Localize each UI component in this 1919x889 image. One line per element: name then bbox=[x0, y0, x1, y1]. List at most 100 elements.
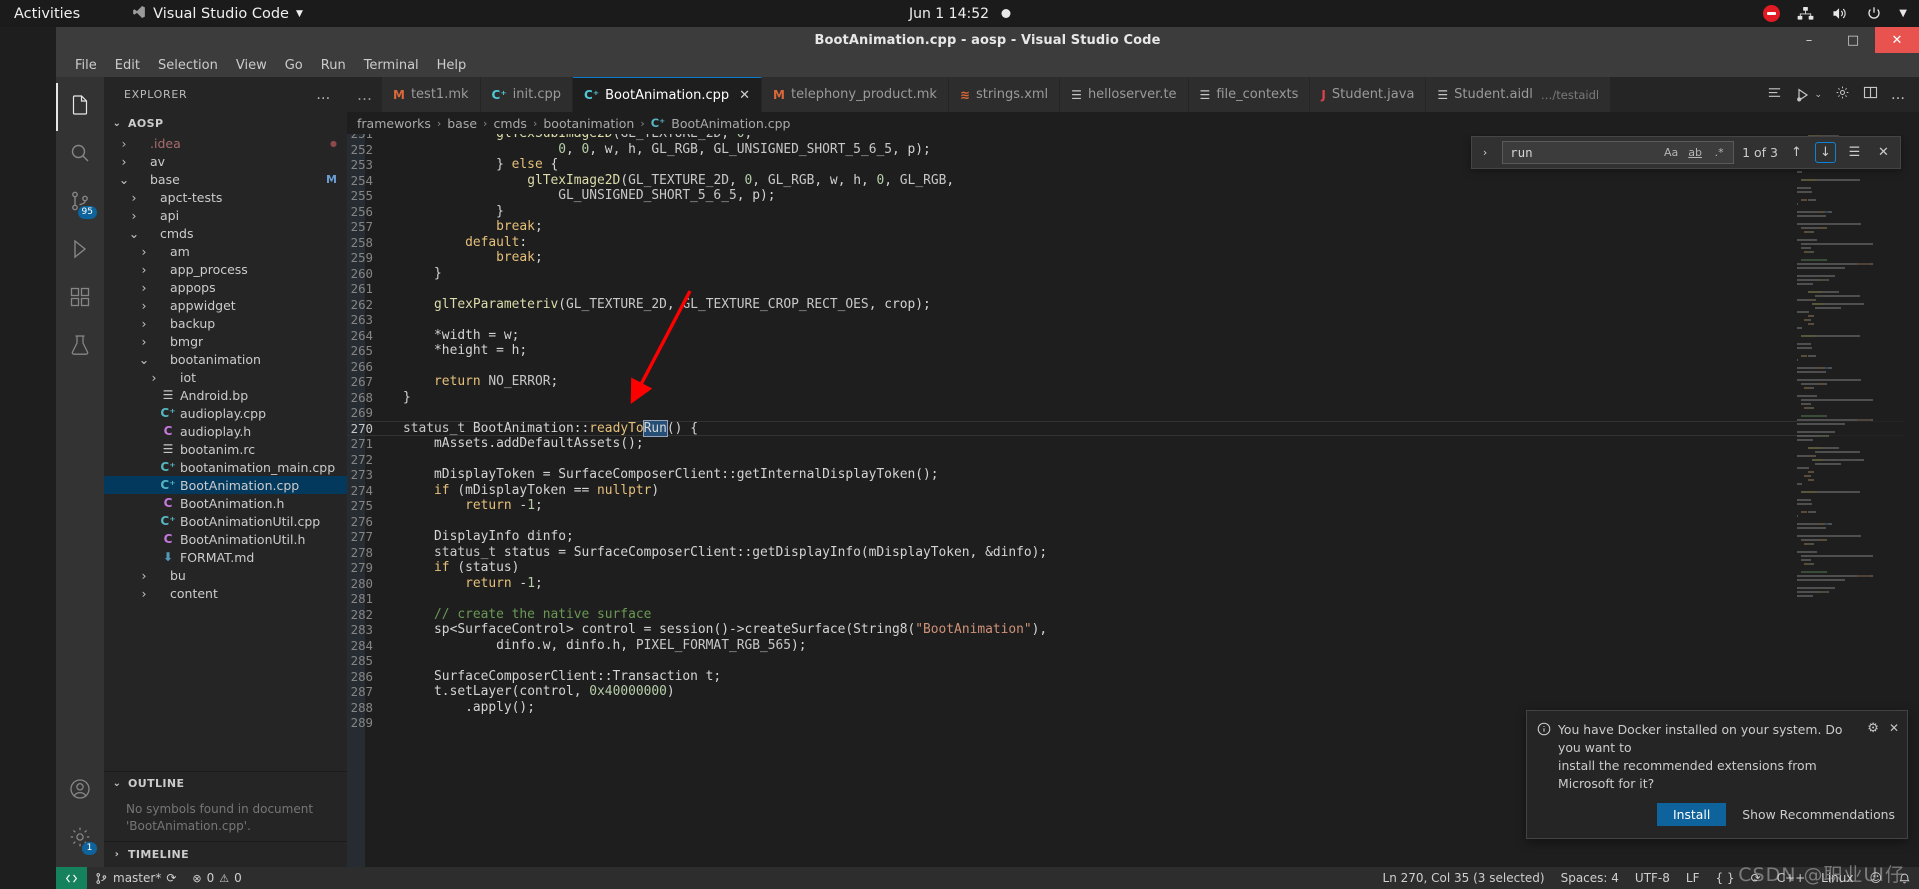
code-line[interactable]: 275 return -1; bbox=[347, 498, 1919, 514]
code-line[interactable]: 287 t.setLayer(control, 0x40000000) bbox=[347, 684, 1919, 700]
run-file-icon[interactable]: ⌄ bbox=[1795, 87, 1822, 103]
whole-word-icon[interactable]: ab bbox=[1685, 144, 1705, 162]
status-notifications-icon[interactable] bbox=[1890, 867, 1919, 889]
find-next-button[interactable]: ↓ bbox=[1815, 142, 1836, 163]
remote-indicator[interactable] bbox=[56, 867, 87, 889]
code-line[interactable]: 271 mAssets.addDefaultAssets(); bbox=[347, 436, 1919, 452]
editor-tab[interactable]: ☰ file_contexts bbox=[1188, 77, 1311, 112]
sidebar-section-outline[interactable]: ⌄ OUTLINE bbox=[104, 771, 347, 795]
menu-selection[interactable]: Selection bbox=[149, 56, 227, 75]
editor-tab[interactable]: J Student.java bbox=[1310, 77, 1427, 112]
editor-tab[interactable]: ☰ Student.aidl …/testaidl bbox=[1426, 77, 1612, 112]
code-line[interactable]: 277 DisplayInfo dinfo; bbox=[347, 529, 1919, 545]
code-line[interactable]: 260 } bbox=[347, 266, 1919, 282]
tree-item[interactable]: › am bbox=[104, 242, 347, 260]
activity-manage[interactable]: 1 bbox=[56, 815, 104, 863]
power-icon[interactable] bbox=[1866, 6, 1882, 22]
tree-item[interactable]: C BootAnimation.h bbox=[104, 494, 347, 512]
do-not-disturb-icon[interactable] bbox=[1763, 5, 1781, 22]
split-layout-icon[interactable] bbox=[1863, 85, 1878, 104]
activity-extensions[interactable] bbox=[56, 275, 104, 323]
more-actions-icon[interactable]: … bbox=[316, 87, 331, 103]
gnome-clock[interactable]: Jun 1 14:52 bbox=[909, 6, 1011, 22]
minimize-button[interactable]: – bbox=[1787, 27, 1831, 53]
install-button[interactable]: Install bbox=[1656, 803, 1727, 826]
tree-item[interactable]: ⌄ bootanimation bbox=[104, 350, 347, 368]
activity-accounts[interactable] bbox=[56, 767, 104, 815]
use-regex-icon[interactable]: .* bbox=[1709, 144, 1729, 162]
code-line[interactable]: 283 sp<SurfaceControl> control = session… bbox=[347, 622, 1919, 638]
code-line[interactable]: 280 return -1; bbox=[347, 576, 1919, 592]
code-line[interactable]: 270 status_t BootAnimation::readyToRun() … bbox=[347, 419, 1919, 437]
status-problems[interactable]: ⊗ 0 ⚠ 0 bbox=[184, 867, 249, 889]
code-line[interactable]: 286 SurfaceComposerClient::Transaction t… bbox=[347, 669, 1919, 685]
editor-tab[interactable]: C⁺ BootAnimation.cpp ✕ bbox=[573, 77, 763, 112]
code-line[interactable]: 281 bbox=[347, 591, 1919, 607]
code-line[interactable]: 254 glTexImage2D(GL_TEXTURE_2D, 0, GL_RG… bbox=[347, 173, 1919, 189]
tree-item[interactable]: › backup bbox=[104, 314, 347, 332]
find-widget[interactable]: › run Aa ab .* 1 of 3 ↑ ↓ ☰ ✕ bbox=[1471, 136, 1901, 169]
code-line[interactable]: 262 glTexParameteriv(GL_TEXTURE_2D, GL_T… bbox=[347, 297, 1919, 313]
close-icon[interactable]: ✕ bbox=[739, 88, 750, 103]
editor-tab[interactable]: ☰ helloserver.te bbox=[1060, 77, 1189, 112]
breadcrumb-item-base[interactable]: base bbox=[447, 116, 477, 131]
status-braces-icon[interactable]: { } bbox=[1707, 867, 1742, 889]
status-eol[interactable]: LF bbox=[1678, 867, 1708, 889]
code-line[interactable]: 264 *width = w; bbox=[347, 328, 1919, 344]
tree-item[interactable]: › api bbox=[104, 206, 347, 224]
code-line[interactable]: 269 bbox=[347, 405, 1919, 421]
code-line[interactable]: 272 bbox=[347, 452, 1919, 468]
tree-item[interactable]: › av bbox=[104, 152, 347, 170]
tree-item[interactable]: › .idea ● bbox=[104, 134, 347, 152]
tree-item[interactable]: C⁺ bootanimation_main.cpp bbox=[104, 458, 347, 476]
code-line[interactable]: 274 if (mDisplayToken == nullptr) bbox=[347, 483, 1919, 499]
editor-tab[interactable]: Mtest1.mk bbox=[382, 77, 481, 112]
tree-item[interactable]: › content bbox=[104, 584, 347, 602]
menu-edit[interactable]: Edit bbox=[106, 56, 149, 75]
tree-item[interactable]: › appops bbox=[104, 278, 347, 296]
status-feedback-icon[interactable]: ☺ bbox=[1861, 867, 1890, 889]
activities-button[interactable]: Activities bbox=[14, 6, 80, 22]
find-input[interactable]: run Aa ab .* bbox=[1502, 141, 1735, 164]
breadcrumb-item-frameworks[interactable]: frameworks bbox=[357, 116, 431, 131]
menu-view[interactable]: View bbox=[227, 56, 276, 75]
activity-testing[interactable] bbox=[56, 323, 104, 371]
tree-item[interactable]: › bu bbox=[104, 566, 347, 584]
tree-item[interactable]: C BootAnimationUtil.h bbox=[104, 530, 347, 548]
editor-tab[interactable]: C⁺ init.cpp bbox=[480, 77, 573, 112]
status-indentation[interactable]: Spaces: 4 bbox=[1553, 867, 1627, 889]
menu-terminal[interactable]: Terminal bbox=[355, 56, 428, 75]
tree-item[interactable]: › apct-tests bbox=[104, 188, 347, 206]
code-line[interactable]: 261 bbox=[347, 281, 1919, 297]
status-platform[interactable]: Linux bbox=[1813, 867, 1861, 889]
tree-item[interactable]: › appwidget bbox=[104, 296, 347, 314]
code-line[interactable]: 284 dinfo.w, dinfo.h, PIXEL_FORMAT_RGB_5… bbox=[347, 638, 1919, 654]
code-line[interactable]: 278 status_t status = SurfaceComposerCli… bbox=[347, 545, 1919, 561]
code-line[interactable]: 265 *height = h; bbox=[347, 343, 1919, 359]
tree-item[interactable]: ☰ bootanim.rc bbox=[104, 440, 347, 458]
tree-item[interactable]: ☰ Android.bp bbox=[104, 386, 347, 404]
tree-item[interactable]: Caudioplay.h bbox=[104, 422, 347, 440]
menu-go[interactable]: Go bbox=[276, 56, 312, 75]
find-previous-button[interactable]: ↑ bbox=[1786, 142, 1807, 163]
status-branch[interactable]: master* ⟳ bbox=[87, 867, 184, 889]
file-tree[interactable]: › .idea ● › av ⌄ base M › apct-tests › api ⌄ cmds › am ›… bbox=[104, 134, 347, 771]
sidebar-section-aosp[interactable]: ⌄ AOSP bbox=[104, 112, 347, 134]
tree-item[interactable]: › app_process bbox=[104, 260, 347, 278]
code-line[interactable]: 268} bbox=[347, 390, 1919, 406]
chevron-down-icon[interactable]: ▼ bbox=[1899, 8, 1907, 19]
breadcrumb-item-file[interactable]: BootAnimation.cpp bbox=[671, 116, 790, 131]
tree-item[interactable]: ⬇ FORMAT.md bbox=[104, 548, 347, 566]
tabs-more-icon[interactable]: … bbox=[347, 77, 382, 112]
code-line[interactable]: 267 return NO_ERROR; bbox=[347, 374, 1919, 390]
status-cursor-position[interactable]: Ln 270, Col 35 (3 selected) bbox=[1375, 867, 1553, 889]
activity-source-control[interactable]: 95 bbox=[56, 179, 104, 227]
editor-tab[interactable]: ≋ strings.xml bbox=[948, 77, 1061, 112]
menu-help[interactable]: Help bbox=[428, 56, 476, 75]
menu-file[interactable]: File bbox=[66, 56, 106, 75]
code-line[interactable]: 266 bbox=[347, 359, 1919, 375]
find-in-selection-icon[interactable]: ☰ bbox=[1844, 142, 1865, 163]
activity-search[interactable] bbox=[56, 131, 104, 179]
notification-toast[interactable]: You have Docker installed on your system… bbox=[1526, 710, 1908, 839]
match-case-icon[interactable]: Aa bbox=[1661, 144, 1681, 162]
